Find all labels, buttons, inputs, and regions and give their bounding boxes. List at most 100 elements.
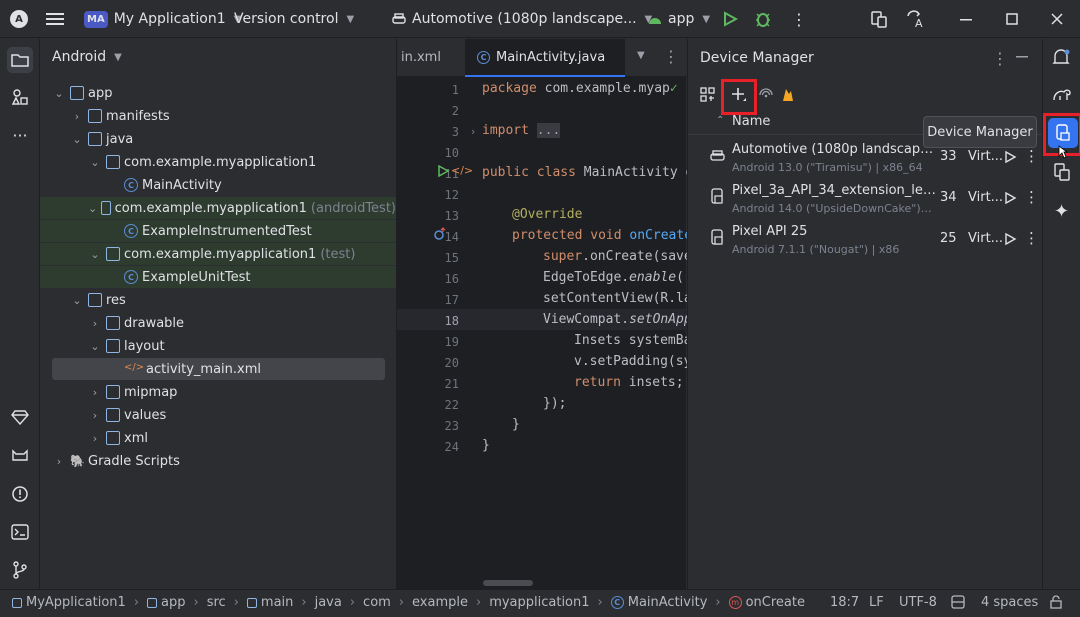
tree-item-app[interactable]: ⌄ app [40, 82, 396, 104]
breadcrumb-item[interactable]: example [412, 595, 468, 610]
tab-activity-main-xml[interactable]: in.xml [401, 50, 441, 65]
lock-icon[interactable] [1049, 595, 1063, 609]
firebase-button[interactable] [781, 87, 795, 103]
gemini-sparkle-icon[interactable]: ✦ [1054, 201, 1069, 222]
tree-item-package-test[interactable]: ⌄ com.example.myapplication1 (test) [40, 243, 396, 265]
line-separator[interactable]: LF [869, 595, 884, 610]
running-devices-button[interactable] [1053, 163, 1071, 181]
tree-item-manifests[interactable]: › manifests [40, 105, 396, 127]
device-mirroring-button[interactable] [870, 0, 888, 38]
name-column-header[interactable]: Name [732, 114, 770, 129]
code-line-19[interactable]: Insets systemBa [574, 333, 691, 348]
run-button[interactable] [722, 0, 738, 38]
main-menu-icon[interactable] [46, 0, 64, 38]
panel-options-icon[interactable]: ⋮ [992, 49, 1008, 68]
code-line-15[interactable]: super.onCreate(save [543, 249, 692, 264]
tree-item-mainactivity[interactable]: C MainActivity [40, 174, 396, 196]
device-menu-icon[interactable]: ⋮ [1024, 229, 1039, 247]
more-actions-icon[interactable]: ⋮ [791, 0, 807, 38]
tree-item-package-androidtest[interactable]: ⌄ com.example.myapplication1 (androidTest) [40, 197, 396, 219]
code-line-18[interactable]: ViewCompat.setOnApp [543, 312, 692, 327]
project-selector[interactable]: MA My Application1 ▼ [84, 0, 241, 38]
tree-item-package-main[interactable]: ⌄ com.example.myapplication1 [40, 151, 396, 173]
sort-ascending-icon[interactable]: ⌃ [716, 115, 724, 126]
terminal-button[interactable] [8, 520, 32, 544]
breadcrumb-item[interactable]: myapplication1 [489, 595, 589, 610]
project-tool-button[interactable] [7, 47, 33, 73]
fold-chevron-icon[interactable]: › [471, 125, 475, 138]
translate-button[interactable]: A [906, 0, 926, 38]
logcat-button[interactable] [8, 444, 32, 468]
device-row[interactable]: Pixel API 25 Android 7.1.1 ("Nougat") | … [688, 221, 1043, 261]
breadcrumb-item[interactable]: main [261, 595, 293, 610]
breadcrumb-item[interactable]: onCreate [746, 595, 805, 610]
code-line-3[interactable]: import ... [482, 123, 561, 138]
code-line-22[interactable]: }); [543, 396, 566, 411]
device-row[interactable]: Pixel_3a_API_34_extension_level_... Andr… [688, 180, 1043, 220]
launch-icon[interactable] [1003, 150, 1017, 164]
tab-mainactivity-java[interactable]: C MainActivity.java [465, 39, 625, 77]
device-menu-icon[interactable]: ⋮ [1024, 147, 1039, 165]
tree-item-layout[interactable]: ⌄ layout [40, 335, 396, 357]
close-button[interactable] [1051, 0, 1063, 38]
device-selector[interactable]: Automotive (1080p landscape... ▼ [392, 0, 652, 38]
notifications-button[interactable] [1052, 48, 1070, 68]
code-line-11[interactable]: public class MainActivity e [482, 165, 693, 180]
launch-icon[interactable] [1003, 191, 1017, 205]
breadcrumb-item[interactable]: MyApplication1 [26, 595, 126, 610]
problems-button[interactable] [8, 482, 32, 506]
code-line-17[interactable]: setContentView(R.la [543, 291, 692, 306]
tab-more-icon[interactable]: ⋮ [663, 47, 679, 66]
file-encoding[interactable]: UTF-8 [899, 595, 937, 610]
tree-item-exampleinstrumentedtest[interactable]: C ExampleInstrumentedTest [40, 220, 396, 242]
tree-item-res[interactable]: ⌄ res [40, 289, 396, 311]
editorconfig-icon[interactable] [951, 595, 965, 609]
breadcrumb-item[interactable]: app [161, 595, 185, 610]
hide-panel-button[interactable] [1016, 49, 1028, 63]
tree-item-mipmap[interactable]: › mipmap [40, 381, 396, 403]
debug-button[interactable] [754, 0, 772, 38]
tree-item-exampleunittest[interactable]: C ExampleUnitTest [40, 266, 396, 288]
maximize-button[interactable] [1006, 0, 1018, 38]
version-control-button[interactable] [8, 558, 32, 582]
tree-item-drawable[interactable]: › drawable [40, 312, 396, 334]
breadcrumb-item[interactable]: com [363, 595, 391, 610]
device-menu-icon[interactable]: ⋮ [1024, 188, 1039, 206]
gemini-button[interactable] [8, 405, 32, 429]
tree-item-values[interactable]: › values [40, 404, 396, 426]
breadcrumb-item[interactable]: java [315, 595, 342, 610]
tree-item-xml[interactable]: › xml [40, 427, 396, 449]
code-line-24[interactable]: } [482, 438, 490, 453]
code-line-16[interactable]: EdgeToEdge.enable( [543, 270, 684, 285]
gradle-button[interactable] [1052, 87, 1072, 103]
caret-position[interactable]: 18:7 [830, 595, 859, 610]
override-gutter-icon[interactable] [433, 227, 447, 241]
code-line-13[interactable]: @Override [512, 207, 582, 222]
version-control-selector[interactable]: Version control ▼ [234, 0, 354, 38]
android-studio-logo[interactable]: A [10, 0, 28, 38]
pair-wifi-button[interactable] [758, 87, 774, 103]
code-line-21[interactable]: return insets; [574, 375, 684, 390]
indent-setting[interactable]: 4 spaces [981, 595, 1038, 610]
code-line-14[interactable]: protected void onCreate [512, 228, 692, 243]
code-line-23[interactable]: } [512, 417, 520, 432]
project-view-selector[interactable]: Android ▼ [52, 49, 122, 65]
xml-gutter-icon[interactable]: </> [451, 164, 473, 177]
project-panel: Android ▼ ⌄ app › manifests ⌄ java ⌄ com.exa… [40, 39, 396, 589]
breadcrumb-item[interactable]: MainActivity [628, 595, 708, 610]
breadcrumb-item[interactable]: src [207, 595, 226, 610]
launch-icon[interactable] [1003, 232, 1017, 246]
tab-list-chevron-icon[interactable]: ▼ [637, 50, 645, 61]
tree-item-java[interactable]: ⌄ java [40, 128, 396, 150]
minimize-button[interactable] [960, 0, 972, 38]
horizontal-scrollbar[interactable] [483, 580, 533, 586]
run-config-selector[interactable]: app ▼ [648, 0, 710, 38]
resource-manager-button[interactable] [8, 85, 32, 109]
run-gutter-icon[interactable] [437, 165, 449, 177]
code-line-1[interactable]: package com.example.myap✓ [482, 81, 678, 96]
tree-item-gradle-scripts[interactable]: › 🐘 Gradle Scripts [40, 450, 396, 472]
tree-item-activity-main-xml[interactable]: </> activity_main.xml [52, 358, 385, 380]
code-line-20[interactable]: v.setPadding(sy [574, 354, 691, 369]
group-by-button[interactable] [700, 87, 716, 103]
more-tools-icon[interactable]: ··· [8, 123, 32, 147]
